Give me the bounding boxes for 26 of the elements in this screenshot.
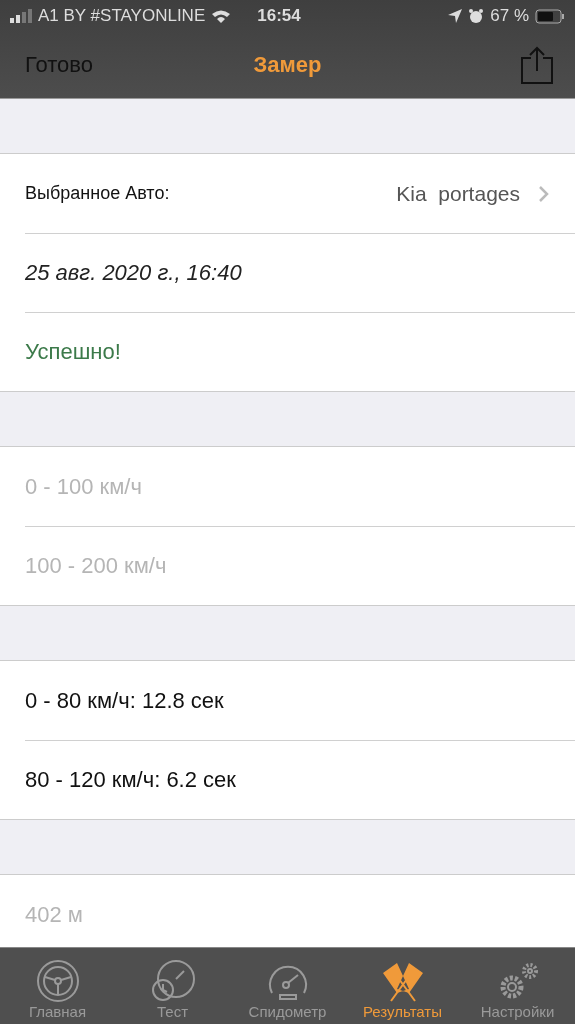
share-icon[interactable] [521,46,553,84]
row-value[interactable]: Kia portages [396,181,520,206]
signal-icon [10,9,32,23]
result-text: 402 м [25,901,83,928]
chevron-icon [538,184,550,203]
row-label: Выбранное Авто: [25,183,170,204]
done-button[interactable]: Готово [25,52,93,78]
result-text: 100 - 200 км/ч [25,552,167,579]
nav-title: Замер [252,52,323,78]
status-text: Успешно! [25,338,121,365]
alarm-icon [468,8,485,24]
result-text: 0 - 80 км/ч: 12.8 сек [25,687,224,714]
tab-item[interactable]: Спидометр [230,948,345,1024]
tab-item[interactable]: Результаты [345,948,460,1024]
battery-icon [535,8,565,24]
wifi-icon [211,8,232,24]
battery-text: 67 % [490,6,529,26]
result-text: 80 - 120 км/ч: 6.2 сек [25,766,236,793]
result-text: 0 - 100 км/ч [25,473,142,500]
tab-item[interactable]: Тест [115,948,230,1024]
carrier-text: A1 BY #STAYONLINE [38,6,206,26]
date-text: 25 авг. 2020 г., 16:40 [25,259,242,286]
time-text: 16:54 [257,6,301,26]
tab-item[interactable]: Настройки [460,948,575,1024]
location-icon [448,9,463,23]
tab-item[interactable]: Главная [0,948,115,1024]
